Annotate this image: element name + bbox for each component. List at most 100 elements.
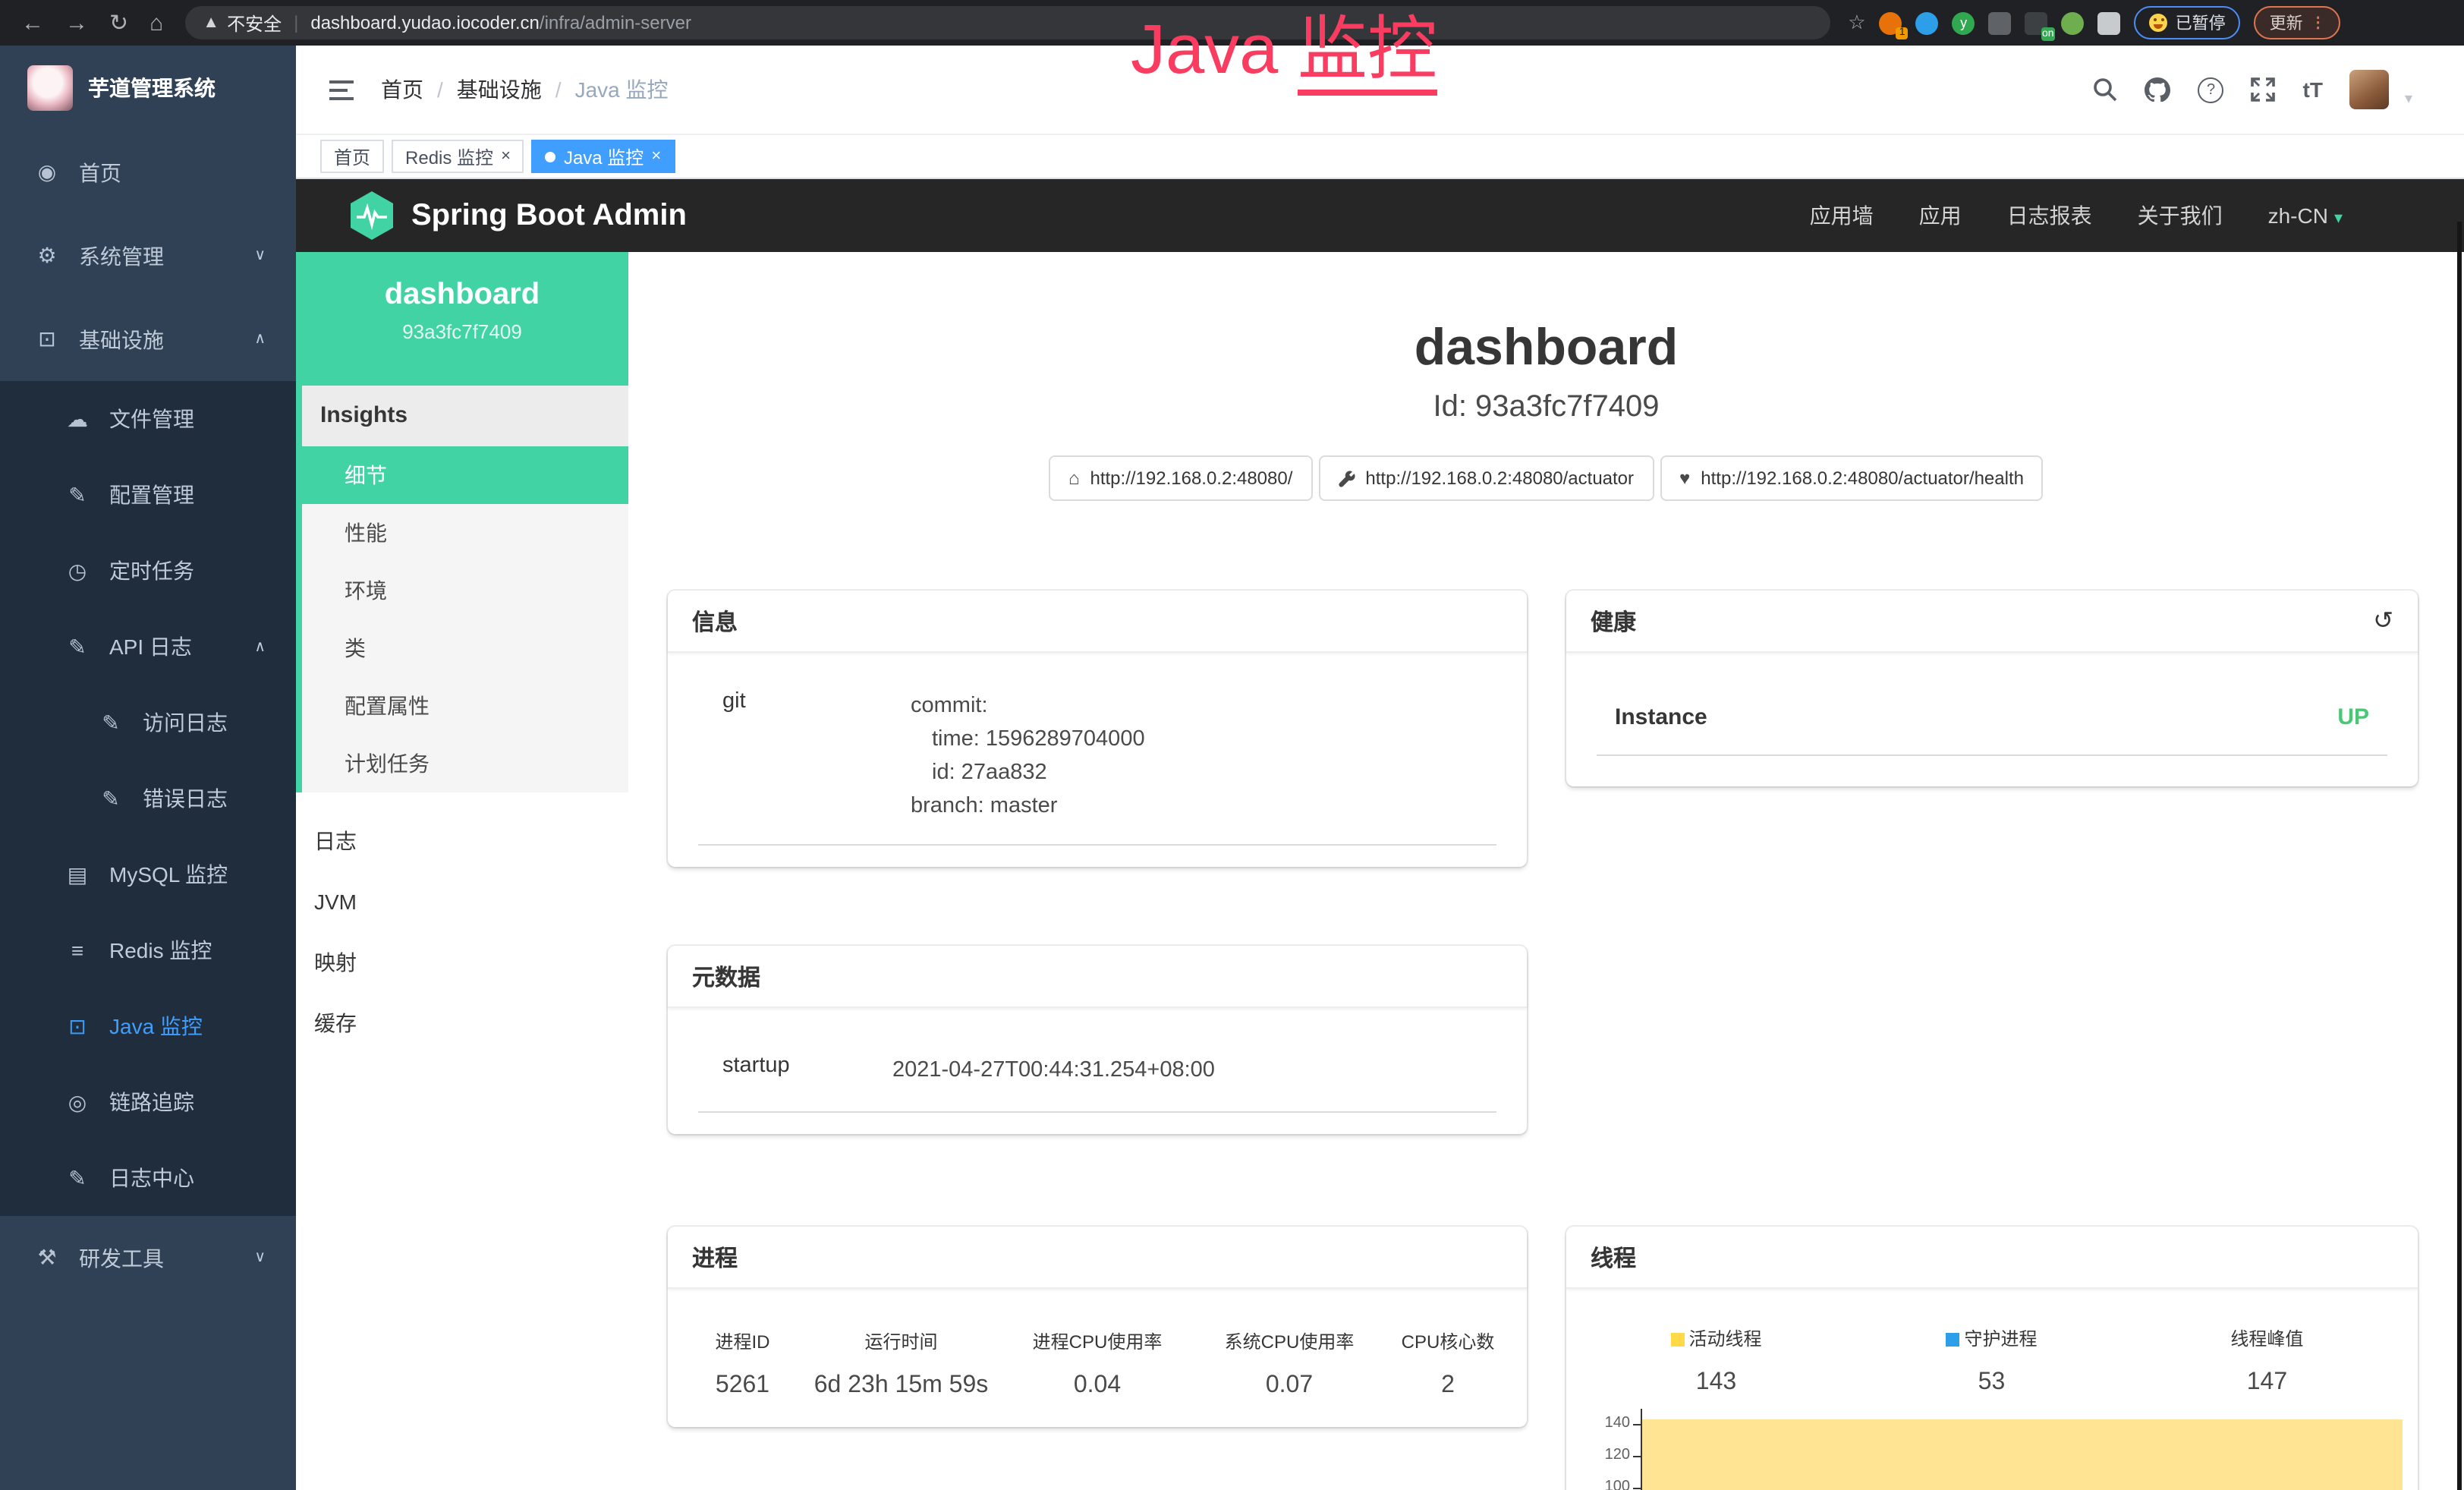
database-icon: ▤ [64,862,91,887]
nav-item-metrics[interactable]: 性能 [302,504,628,562]
close-icon[interactable]: × [501,147,511,165]
metadata-row-startup: startup 2021-04-27T00:44:31.254+08:00 [698,1047,1496,1113]
sba-brand[interactable]: Spring Boot Admin [351,191,687,240]
health-url-link[interactable]: ♥http://192.168.0.2:48080/actuator/healt… [1660,455,2044,501]
close-icon[interactable]: × [651,147,661,165]
sidebar-item-access-logs[interactable]: ✎访问日志 [0,685,296,761]
extension-y-icon[interactable]: y [1953,11,1975,34]
eye-icon: ◎ [64,1089,91,1115]
breadcrumb-current: Java 监控 [575,74,669,105]
app-logo-row[interactable]: 芋道管理系统 [0,46,296,131]
fullscreen-icon[interactable] [2252,77,2276,102]
tab-home[interactable]: 首页 [320,140,384,173]
paused-badge[interactable]: 已暂停 [2135,6,2241,39]
browser-menu-icon[interactable]: ⋮ [2311,14,2326,31]
sidebar-item-label: Java 监控 [109,1011,203,1041]
process-col-pid: 进程ID5261 [680,1328,805,1400]
sidebar-item-mysql-monitor[interactable]: ▤MySQL 监控 [0,836,296,912]
browser-back-icon[interactable]: ← [21,10,44,36]
health-card-title: 健康 [1591,605,1636,637]
breadcrumb-home[interactable]: 首页 [381,74,423,105]
threads-card-title: 线程 [1591,1241,1636,1273]
font-size-icon[interactable]: tT [2303,77,2323,102]
cloud-icon: ☁ [64,406,91,432]
nav-item-scheduled-tasks[interactable]: 计划任务 [302,735,628,792]
url-path: /infra/admin-server [540,12,691,33]
sidebar-item-scheduled-jobs[interactable]: ◷ 定时任务 [0,533,296,609]
sba-locale-select[interactable]: zh-CN▾ [2268,203,2343,228]
service-url-link[interactable]: ⌂http://192.168.0.2:48080/ [1049,455,1312,501]
user-avatar[interactable] [2350,70,2390,109]
extension-orange-icon[interactable]: 1 [1880,11,1902,34]
browser-forward-icon[interactable]: → [65,10,88,36]
window-right-scrollbar[interactable] [2457,222,2461,1490]
address-bar[interactable]: ▲ 不安全 | dashboard.yudao.iocoder.cn/infra… [184,6,1830,39]
extensions-puzzle-icon[interactable] [2098,11,2121,34]
monitor-icon: ⊡ [33,326,61,352]
ytick-140: 140 [1591,1415,1630,1432]
sidebar-item-label: 定时任务 [109,556,194,586]
sba-header: Spring Boot Admin 应用墙 应用 日志报表 关于我们 zh-CN… [296,179,2464,252]
sidebar-item-file-manage[interactable]: ☁文件管理 [0,381,296,457]
extension-grid-icon[interactable] [1989,11,2012,34]
instance-header: dashboard 93a3fc7f7409 [296,252,628,386]
chrome-update-button[interactable]: 更新 ⋮ [2255,6,2341,39]
history-icon[interactable]: ↺ [2373,606,2393,636]
update-label: 更新 [2270,11,2303,35]
nav-item-mappings[interactable]: 映射 [296,932,628,993]
chevron-down-icon: ∨ [254,247,266,264]
tags-view-bar: 首页 Redis 监控× Java 监控× [296,135,2464,179]
actuator-url-link[interactable]: http://192.168.0.2:48080/actuator [1318,455,1654,501]
sidebar-item-api-logs[interactable]: ✎API 日志∧ [0,609,296,685]
sidebar-item-system[interactable]: ⚙ 系统管理 ∨ [0,214,296,298]
sba-nav-about[interactable]: 关于我们 [2138,200,2223,231]
nav-item-config-props[interactable]: 配置属性 [302,677,628,735]
sidebar-item-label: 链路追踪 [109,1087,194,1117]
nav-item-environment[interactable]: 环境 [302,562,628,619]
extension-switch-icon[interactable]: on [2025,11,2048,34]
process-col-cpus: CPU核心数2 [1381,1328,1515,1400]
github-icon[interactable] [2145,77,2171,102]
info-card: 信息 git commit: time: 1596289704000 id: 2… [668,591,1527,867]
help-icon[interactable]: ? [2198,77,2224,102]
sidebar-item-config-manage[interactable]: ✎ 配置管理 [0,457,296,533]
browser-reload-icon[interactable]: ↻ [109,9,128,36]
nav-item-logs[interactable]: 日志 [296,811,628,871]
sidebar-item-infrastructure[interactable]: ⊡ 基础设施 ∧ [0,298,296,381]
timer-icon: ◷ [64,558,91,584]
sba-nav-wallboard[interactable]: 应用墙 [1810,200,1874,231]
ytick-100: 100 [1591,1479,1630,1490]
avatar-caret-icon[interactable]: ▾ [2405,90,2412,107]
extension-pin-icon[interactable] [1916,11,1939,34]
sba-nav-journal[interactable]: 日志报表 [2007,200,2092,231]
nav-item-caches[interactable]: 缓存 [296,993,628,1054]
sba-nav-applications[interactable]: 应用 [1919,200,1962,231]
nav-item-jvm[interactable]: JVM [296,871,628,932]
sidebar-item-dev-tools[interactable]: ⚒ 研发工具 ∨ [0,1216,296,1299]
sidebar-item-home[interactable]: ◉ 首页 [0,131,296,214]
bookmark-star-icon[interactable]: ☆ [1848,11,1865,35]
sidebar-item-tracing[interactable]: ◎ 链路追踪 [0,1064,296,1140]
edit-icon: ✎ [64,482,91,508]
nav-item-classes[interactable]: 类 [302,619,628,677]
tab-java-monitor[interactable]: Java 监控× [532,140,675,173]
nav-item-details[interactable]: 细节 [302,446,628,504]
process-col-system-cpu: 系统CPU使用率0.07 [1197,1328,1381,1400]
sidebar-item-java-monitor[interactable]: ⊡Java 监控 [0,988,296,1064]
sidebar-item-redis-monitor[interactable]: ≡Redis 监控 [0,912,296,988]
search-icon[interactable] [2094,77,2118,102]
tab-redis-monitor[interactable]: Redis 监控× [392,140,524,173]
breadcrumb-infrastructure[interactable]: 基础设施 [457,74,542,105]
browser-home-icon[interactable]: ⌂ [149,10,163,36]
sidebar-item-error-logs[interactable]: ✎错误日志 [0,761,296,836]
info-row-git: git commit: time: 1596289704000 id: 27aa… [698,683,1496,846]
sidebar-item-label: 配置管理 [109,480,194,510]
instance-id: 93a3fc7f7409 [296,320,628,343]
extension-leaf-icon[interactable] [2062,11,2085,34]
instance-id-subtitle: Id: 93a3fc7f7409 [628,390,2464,425]
not-secure-label: 不安全 [227,10,282,36]
log-icon: ✎ [64,634,91,660]
hamburger-icon[interactable] [329,80,354,99]
sidebar-item-log-center[interactable]: ✎日志中心 [0,1140,296,1216]
process-card-title: 进程 [692,1241,738,1273]
